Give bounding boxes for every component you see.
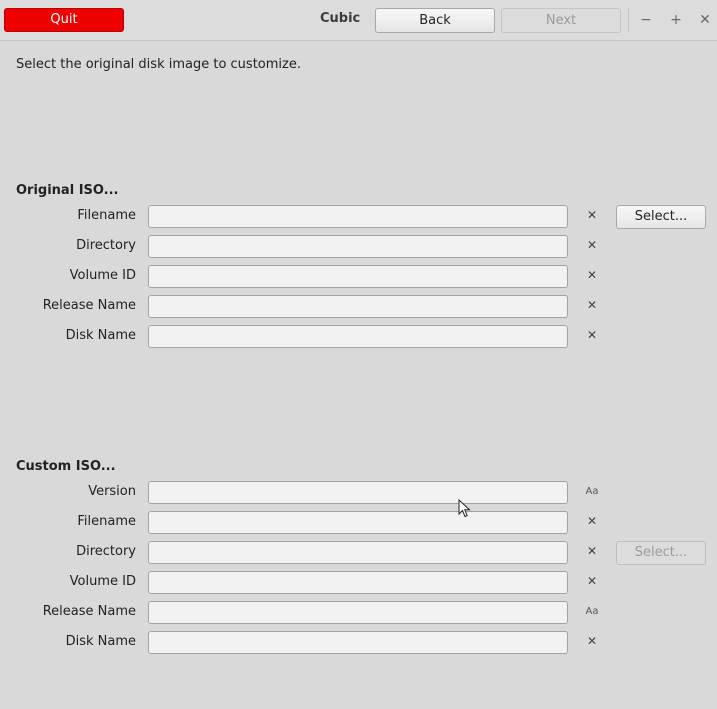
original-disk-name-field[interactable] [148,325,568,348]
original-release-name-field[interactable] [148,295,568,318]
app-title: Cubic [320,11,361,26]
original-select-button[interactable]: Select... [616,205,706,229]
custom-version-label: Version [88,484,136,499]
back-button[interactable]: Back [375,8,495,33]
original-volume-id-label: Volume ID [69,268,136,283]
clear-icon[interactable]: ✕ [584,328,600,348]
original-disk-name-label: Disk Name [65,328,136,343]
custom-directory-label: Directory [76,544,136,559]
original-directory-label: Directory [76,238,136,253]
custom-directory-field[interactable] [148,541,568,564]
custom-disk-name-field[interactable] [148,631,568,654]
text-format-icon[interactable]: Aa [583,606,601,626]
custom-filename-field[interactable] [148,511,568,534]
clear-icon[interactable]: ✕ [584,208,600,228]
original-directory-field[interactable] [148,235,568,258]
clear-icon[interactable]: ✕ [584,298,600,318]
custom-release-name-field[interactable] [148,601,568,624]
original-iso-heading: Original ISO... [16,183,119,198]
original-filename-label: Filename [77,208,136,223]
clear-icon[interactable]: ✕ [584,634,600,654]
custom-volume-id-field[interactable] [148,571,568,594]
custom-iso-heading: Custom ISO... [16,459,116,474]
next-button[interactable]: Next [501,8,621,33]
text-format-icon[interactable]: Aa [583,486,601,506]
custom-select-button[interactable]: Select... [616,541,706,565]
clear-icon[interactable]: ✕ [584,514,600,534]
maximize-icon[interactable]: + [668,10,684,30]
minimize-icon[interactable]: − [638,10,654,30]
custom-disk-name-label: Disk Name [65,634,136,649]
original-filename-field[interactable] [148,205,568,228]
clear-icon[interactable]: ✕ [584,268,600,288]
custom-volume-id-label: Volume ID [69,574,136,589]
header-separator [628,8,629,32]
custom-version-field[interactable] [148,481,568,504]
mouse-pointer-icon [458,499,471,518]
quit-button[interactable]: Quit [4,8,124,32]
header-bar: Quit Cubic Back Next − + ✕ [0,0,717,41]
window-close-icon[interactable]: ✕ [697,10,713,30]
instruction-text: Select the original disk image to custom… [16,57,301,72]
original-volume-id-field[interactable] [148,265,568,288]
clear-icon[interactable]: ✕ [584,574,600,594]
custom-filename-label: Filename [77,514,136,529]
clear-icon[interactable]: ✕ [584,544,600,564]
clear-icon[interactable]: ✕ [584,238,600,258]
custom-release-name-label: Release Name [42,604,136,619]
original-release-name-label: Release Name [42,298,136,313]
